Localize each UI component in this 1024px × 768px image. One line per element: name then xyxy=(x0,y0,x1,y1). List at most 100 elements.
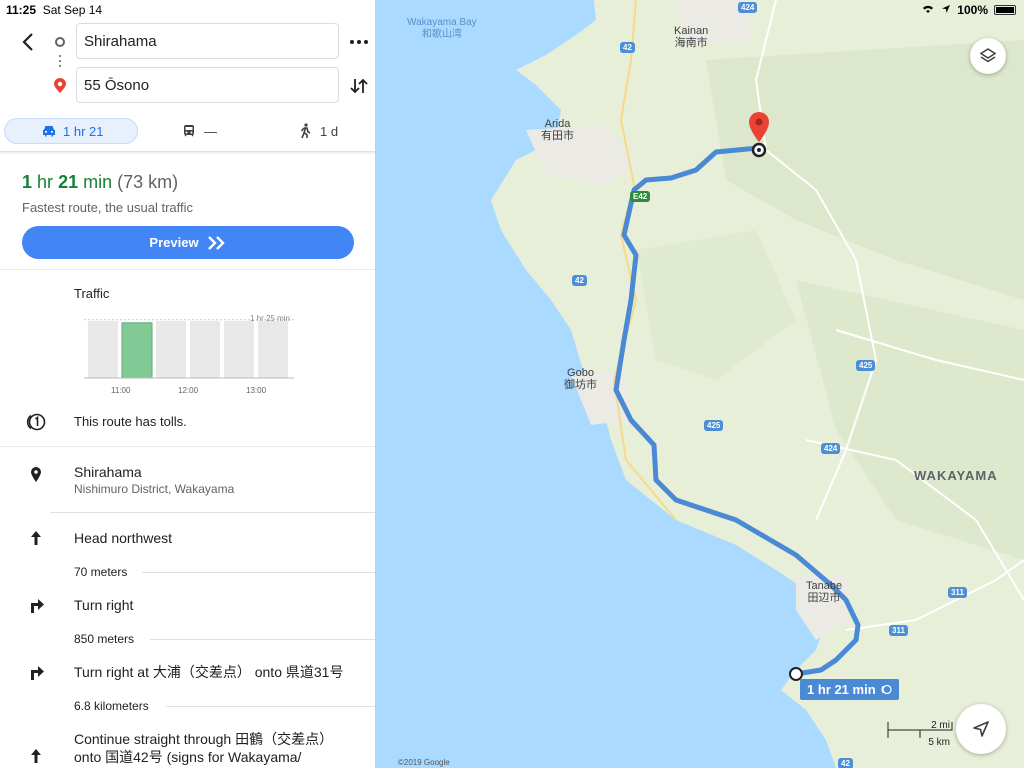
navigation-arrow-icon xyxy=(973,721,989,737)
direction-step[interactable]: Head northwest xyxy=(0,520,375,560)
double-chevron-right-icon xyxy=(207,235,225,250)
wifi-icon xyxy=(921,3,935,17)
step-instruction: Continue straight through 田鶴（交差点） onto 国… xyxy=(74,731,334,765)
direction-step[interactable]: Turn right xyxy=(0,587,375,627)
divider xyxy=(150,639,375,640)
traffic-bar xyxy=(224,321,254,378)
expressway-shield: E42 xyxy=(630,191,651,202)
step-distance: 850 meters xyxy=(74,632,135,646)
tab-walking[interactable]: 1 d xyxy=(298,118,338,144)
travel-mode-tabs: 1 hr 21 — 1 d xyxy=(0,116,375,152)
back-button[interactable] xyxy=(18,31,40,53)
map-label-wakayama: WAKAYAMA xyxy=(914,468,998,483)
map-label-gobo: Gobo 御坊市 xyxy=(564,367,597,391)
map-label-wakayama-bay: Wakayama Bay 和歌山湾 xyxy=(407,17,477,40)
map-label-tanabe: Tanabe 田辺市 xyxy=(806,580,843,604)
arrow-up-icon xyxy=(26,746,46,766)
divider xyxy=(166,706,375,707)
traffic-max-label: 1 hr 25 min xyxy=(249,314,290,323)
step-instruction: Turn right at 大浦（交差点） onto 県道31号 xyxy=(74,664,344,680)
chevron-left-icon xyxy=(22,33,33,51)
walking-icon xyxy=(300,123,311,139)
divider xyxy=(142,572,375,573)
map-label-kainan: Kainan 海南市 xyxy=(674,25,709,49)
route-shield: 42 xyxy=(838,758,853,768)
direction-step[interactable]: Turn right at 大浦（交差点） onto 県道31号 xyxy=(0,654,375,694)
origin-field[interactable]: Shirahama xyxy=(76,23,339,59)
status-time: 11:25 Sat Sep 14 xyxy=(6,3,103,17)
route-duration: 1 hr 21 min (73 km) xyxy=(22,172,179,192)
tab-walking-label: 1 d xyxy=(320,123,339,139)
map-copyright: ©2019 Google xyxy=(398,758,450,767)
preview-button[interactable]: Preview xyxy=(22,226,354,259)
turn-right-icon xyxy=(26,662,46,682)
traffic-bar xyxy=(258,321,288,378)
traffic-bar xyxy=(156,321,186,378)
traffic-bar xyxy=(88,321,118,378)
layers-icon xyxy=(979,48,997,63)
divider xyxy=(50,512,375,513)
more-horizontal-icon xyxy=(350,40,368,44)
start-title: Shirahama xyxy=(74,464,142,480)
tab-transit[interactable]: — xyxy=(182,118,217,144)
step-instruction: Turn right xyxy=(74,597,134,613)
route-shield: 311 xyxy=(889,625,908,636)
map-canvas xyxy=(491,0,1024,768)
route-shield: 425 xyxy=(704,420,724,431)
my-location-button[interactable] xyxy=(956,704,1006,754)
tab-driving[interactable]: 1 hr 21 xyxy=(4,118,138,144)
start-location[interactable]: Shirahama Nishimuro District, Wakayama xyxy=(0,448,375,510)
direction-step[interactable]: Continue straight through 田鶴（交差点） onto 国… xyxy=(0,722,375,768)
toll-icon xyxy=(881,684,892,695)
route-shield: 424 xyxy=(821,443,841,454)
route-duration-callout[interactable]: 1 hr 21 min xyxy=(800,679,899,700)
route-shield: 311 xyxy=(948,587,967,598)
tolls-text: This route has tolls. xyxy=(74,414,187,429)
traffic-bar-selected xyxy=(121,322,153,379)
route-distance: (73 km) xyxy=(117,172,179,192)
route-description: Fastest route, the usual traffic xyxy=(22,200,194,215)
car-icon xyxy=(43,126,55,137)
battery-percent: 100% xyxy=(957,3,988,17)
swap-vertical-icon xyxy=(350,78,368,94)
train-icon xyxy=(184,125,194,137)
step-distance: 70 meters xyxy=(74,565,128,579)
destination-field[interactable]: 55 Ōsono xyxy=(76,67,339,103)
layers-button[interactable] xyxy=(970,38,1006,74)
scale-miles: 2 mi xyxy=(931,720,950,731)
location-arrow-icon xyxy=(941,3,951,17)
traffic-tick-label: 11:00 xyxy=(111,386,131,395)
route-shield: 425 xyxy=(856,360,876,371)
location-pin-icon xyxy=(26,464,46,484)
origin-circle-icon xyxy=(55,37,65,47)
traffic-title: Traffic xyxy=(74,286,110,301)
tab-transit-label: — xyxy=(204,123,217,139)
route-summary: 1 hr 21 min (73 km) Fastest route, the u… xyxy=(0,152,375,270)
swap-button[interactable] xyxy=(348,75,370,97)
directions-panel: Shirahama 55 Ōsono 1 hr 21 — 1 d 1 hr 21… xyxy=(0,0,376,768)
route-search-card: Shirahama 55 Ōsono xyxy=(0,20,375,116)
destination-pin-icon xyxy=(53,78,67,94)
map-view[interactable]: Wakayama Bay 和歌山湾 Kainan 海南市 Arida 有田市 Gobo… xyxy=(376,0,1024,768)
toll-icon xyxy=(26,412,46,432)
route-dots-icon xyxy=(59,55,61,69)
turn-right-icon xyxy=(26,595,46,615)
traffic-tick-label: 12:00 xyxy=(178,386,199,395)
route-shield: 42 xyxy=(620,42,635,53)
traffic-section: Traffic 1 hr 25 min 11:00 12:00 13:00 xyxy=(0,270,375,400)
traffic-chart-svg xyxy=(84,319,294,379)
scale-km: 5 km xyxy=(928,737,950,748)
map-label-arida: Arida 有田市 xyxy=(541,118,574,142)
tolls-notice: This route has tolls. xyxy=(0,400,375,447)
start-subtitle: Nishimuro District, Wakayama xyxy=(74,482,235,496)
more-options-button[interactable] xyxy=(348,31,370,53)
traffic-tick-label: 13:00 xyxy=(246,386,267,395)
step-instruction: Head northwest xyxy=(74,530,173,546)
battery-icon xyxy=(994,5,1016,15)
preview-label: Preview xyxy=(149,235,199,250)
traffic-chart: 1 hr 25 min 11:00 12:00 13:00 xyxy=(84,314,294,398)
status-bar: 11:25 Sat Sep 14 100% xyxy=(0,0,1024,20)
traffic-bar xyxy=(190,321,220,378)
map-scale: 2 mi 5 km xyxy=(886,720,956,750)
tab-driving-label: 1 hr 21 xyxy=(63,123,104,139)
